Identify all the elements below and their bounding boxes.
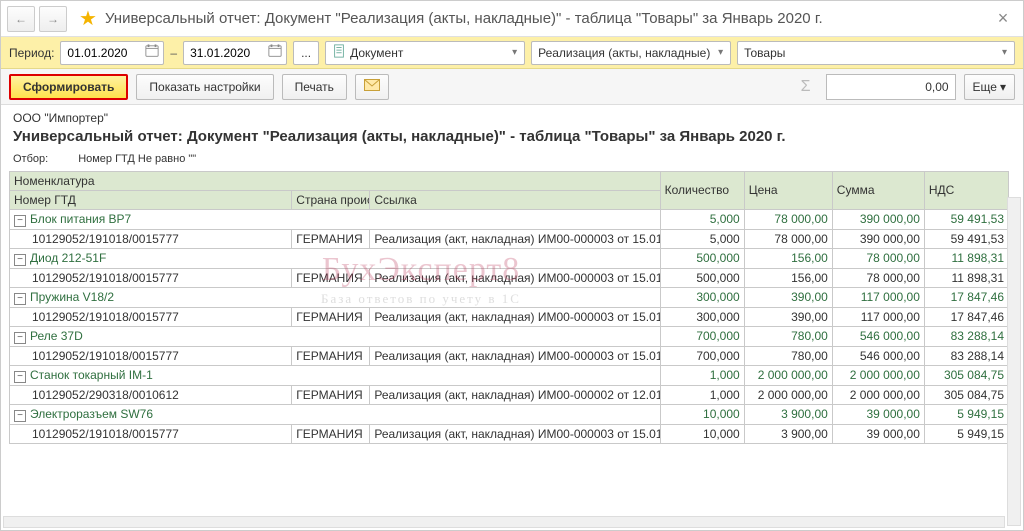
collapse-icon[interactable]: − [14,293,26,305]
col-country[interactable]: Страна происхождения [292,190,370,209]
email-button[interactable] [355,74,389,100]
collapse-icon[interactable]: − [14,371,26,383]
report-table: Номенклатура Количество Цена Сумма НДС Н… [9,171,1009,444]
document-combo[interactable]: Реализация (акты, накладные) ▾ [531,41,731,65]
sum-display[interactable]: 0,00 [826,74,956,100]
generate-button[interactable]: Сформировать [9,74,128,100]
envelope-icon [364,79,380,94]
sigma-icon: Σ [794,78,818,96]
col-qty[interactable]: Количество [660,171,744,209]
report-title: Универсальный отчет: Документ "Реализаци… [13,127,893,147]
document-icon [332,44,346,61]
vertical-scrollbar[interactable] [1007,197,1021,526]
document-combo-value: Реализация (акты, накладные) [538,46,711,60]
col-nomenclature[interactable]: Номенклатура [10,171,661,190]
action-toolbar: Сформировать Показать настройки Печать Σ… [1,69,1023,105]
calendar-icon[interactable] [145,44,159,61]
filter-value: Номер ГТД Не равно "" [78,153,196,165]
nav-back-button[interactable]: ← [7,6,35,32]
date-to-input[interactable] [183,41,287,65]
detail-row[interactable]: 10129052/191018/0015777ГЕРМАНИЯРеализаци… [10,307,1009,326]
type-combo-value: Документ [350,46,505,60]
detail-row[interactable]: 10129052/191018/0015777ГЕРМАНИЯРеализаци… [10,229,1009,248]
detail-row[interactable]: 10129052/191018/0015777ГЕРМАНИЯРеализаци… [10,268,1009,287]
collapse-icon[interactable]: − [14,254,26,266]
calendar-icon[interactable] [268,44,282,61]
report-area: ООО "Импортер" Универсальный отчет: Доку… [1,105,1023,530]
group-row[interactable]: −Электроразъем SW7610,0003 900,0039 000,… [10,404,1009,424]
date-to-field[interactable] [188,45,264,61]
print-button[interactable]: Печать [282,74,347,100]
favorite-star-icon[interactable]: ★ [79,6,97,31]
nav-forward-button[interactable]: → [39,6,67,32]
chevron-down-icon: ▾ [999,47,1010,58]
group-row[interactable]: −Реле 37D700,000780,00546 000,0083 288,1… [10,326,1009,346]
table-combo-value: Товары [744,46,995,60]
close-button[interactable]: × [989,8,1017,29]
col-gtd[interactable]: Номер ГТД [10,190,292,209]
period-separator: – [170,46,177,60]
detail-row[interactable]: 10129052/290318/0010612ГЕРМАНИЯРеализаци… [10,385,1009,404]
collapse-icon[interactable]: − [14,410,26,422]
collapse-icon[interactable]: − [14,332,26,344]
filter-bar: Период: – ... Документ ▾ Реализация (акт… [1,37,1023,69]
date-from-field[interactable] [65,45,141,61]
window-title: Универсальный отчет: Документ "Реализаци… [105,10,985,27]
period-picker-button[interactable]: ... [293,41,319,65]
horizontal-scrollbar[interactable] [3,516,1005,528]
type-combo[interactable]: Документ ▾ [325,41,525,65]
group-row[interactable]: −Пружина V18/2300,000390,00117 000,0017 … [10,287,1009,307]
date-from-input[interactable] [60,41,164,65]
titlebar: ← → ★ Универсальный отчет: Документ "Реа… [1,1,1023,37]
show-settings-button[interactable]: Показать настройки [136,74,273,100]
collapse-icon[interactable]: − [14,215,26,227]
period-label: Период: [9,46,54,60]
group-row[interactable]: −Блок питания BP75,00078 000,00390 000,0… [10,209,1009,229]
chevron-down-icon: ▾ [509,47,520,58]
col-price[interactable]: Цена [744,171,832,209]
col-sum[interactable]: Сумма [832,171,924,209]
more-button[interactable]: Еще ▾ [964,74,1015,100]
col-ref[interactable]: Ссылка [370,190,660,209]
filter-label: Отбор: [13,153,48,165]
col-vat[interactable]: НДС [924,171,1008,209]
detail-row[interactable]: 10129052/191018/0015777ГЕРМАНИЯРеализаци… [10,346,1009,365]
table-combo[interactable]: Товары ▾ [737,41,1015,65]
chevron-down-icon: ▾ [1000,80,1006,94]
chevron-down-icon: ▾ [715,47,726,58]
org-name: ООО "Импортер" [13,111,1011,125]
group-row[interactable]: −Диод 212-51F500,000156,0078 000,0011 89… [10,248,1009,268]
group-row[interactable]: −Станок токарный IM-11,0002 000 000,002 … [10,365,1009,385]
detail-row[interactable]: 10129052/191018/0015777ГЕРМАНИЯРеализаци… [10,424,1009,443]
